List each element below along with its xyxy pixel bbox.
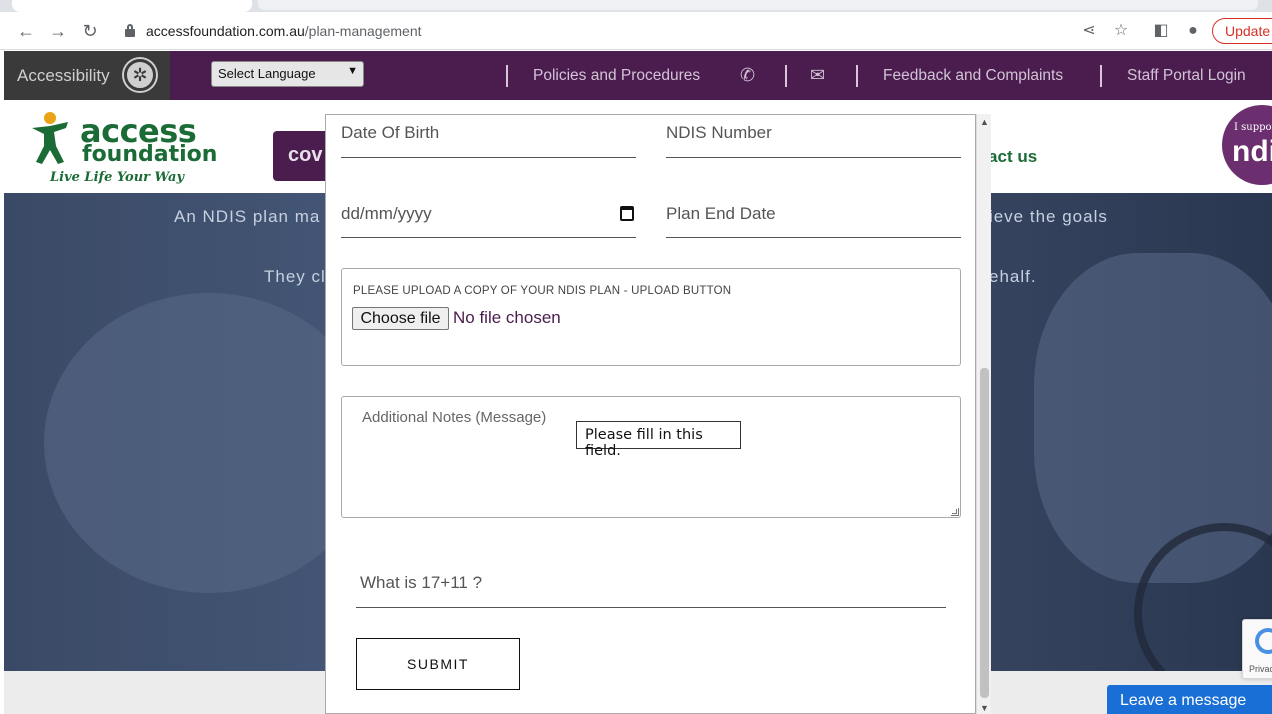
- accessibility-icon[interactable]: ✲: [124, 59, 156, 91]
- plan-start-date-input[interactable]: dd/mm/yyyy: [341, 198, 636, 238]
- inactive-tab[interactable]: [258, 0, 1258, 10]
- recaptcha-icon: [1255, 628, 1272, 654]
- captcha-label: What is 17+11 ?: [360, 573, 483, 592]
- ndis-badge-small: I support: [1234, 122, 1272, 133]
- browser-window: ← → ↻ accessfoundation.com.au/plan-manag…: [0, 0, 1272, 714]
- captcha-input[interactable]: What is 17+11 ?: [356, 567, 946, 608]
- browser-toolbar: ← → ↻ accessfoundation.com.au/plan-manag…: [0, 12, 1272, 50]
- update-button[interactable]: Update: [1212, 18, 1272, 44]
- ndis-number-field[interactable]: NDIS Number: [666, 115, 961, 158]
- lock-icon: [125, 24, 135, 37]
- site-topbar: Accessibility ✲ Select Language ▼ Polici…: [4, 51, 1272, 100]
- divider: [1100, 65, 1102, 87]
- accessibility-label: Accessibility: [17, 66, 110, 85]
- email-icon[interactable]: ✉: [810, 65, 825, 86]
- logo-figure-icon[interactable]: [28, 110, 72, 166]
- active-tab[interactable]: [12, 0, 252, 12]
- divider: [506, 65, 508, 87]
- back-icon[interactable]: ←: [15, 20, 37, 42]
- link-feedback[interactable]: Feedback and Complaints: [883, 67, 1063, 85]
- upload-box: PLEASE UPLOAD A COPY OF YOUR NDIS PLAN -…: [341, 268, 961, 366]
- phone-icon[interactable]: ✆: [740, 65, 755, 86]
- recaptcha-text[interactable]: Privacy: [1249, 664, 1272, 674]
- ndis-badge: I support ndi: [1222, 105, 1272, 185]
- url-path: /plan-management: [304, 23, 422, 39]
- date-placeholder: dd/mm/yyyy: [341, 204, 432, 223]
- star-icon[interactable]: ☆: [1110, 20, 1132, 42]
- no-file-status: No file chosen: [453, 308, 561, 327]
- choose-file-button[interactable]: Choose file: [352, 307, 449, 330]
- notes-placeholder: Additional Notes (Message): [362, 409, 547, 426]
- chevron-down-icon: ▼: [347, 65, 358, 77]
- language-select-value: Select Language: [218, 66, 316, 81]
- logo-tagline: Live Life Your Way: [50, 170, 184, 185]
- address-bar[interactable]: accessfoundation.com.au/plan-management: [113, 17, 1213, 45]
- profile-icon[interactable]: ●: [1182, 20, 1204, 42]
- link-policies[interactable]: Policies and Procedures: [533, 67, 700, 85]
- calendar-icon[interactable]: [620, 206, 634, 221]
- plan-management-form-modal: Date Of Birth NDIS Number dd/mm/yyyy Pla…: [325, 114, 976, 714]
- forward-icon[interactable]: →: [47, 20, 69, 42]
- plan-end-date-label: Plan End Date: [666, 204, 776, 223]
- hero-text-line1-left: An NDIS plan ma: [174, 207, 321, 226]
- reload-icon[interactable]: ↻: [79, 20, 101, 42]
- tab-strip: [0, 0, 1272, 12]
- language-select[interactable]: Select Language ▼: [211, 61, 364, 87]
- share-icon[interactable]: ⋖: [1078, 20, 1100, 42]
- divider: [785, 65, 787, 87]
- additional-notes-textarea[interactable]: Additional Notes (Message): [341, 396, 961, 518]
- url-domain: accessfoundation.com.au: [146, 23, 305, 39]
- link-staff-portal[interactable]: Staff Portal Login: [1127, 67, 1246, 85]
- plan-end-date-field[interactable]: Plan End Date: [666, 198, 961, 238]
- submit-button[interactable]: SUBMIT: [356, 638, 520, 690]
- date-of-birth-label: Date Of Birth: [341, 123, 440, 142]
- ndis-number-label: NDIS Number: [666, 123, 772, 142]
- ndis-badge-big: ndi: [1232, 135, 1272, 168]
- upload-label: PLEASE UPLOAD A COPY OF YOUR NDIS PLAN -…: [353, 285, 732, 297]
- chat-widget-button[interactable]: Leave a message: [1107, 685, 1272, 714]
- divider: [856, 65, 858, 87]
- modal-scrollbar[interactable]: ▲ ▼: [976, 114, 991, 714]
- logo-foundation-text[interactable]: foundation: [82, 142, 217, 167]
- resize-handle-icon[interactable]: [951, 508, 959, 516]
- scroll-down-icon[interactable]: ▼: [980, 703, 989, 713]
- accessibility-box[interactable]: Accessibility ✲: [4, 51, 170, 100]
- validation-tooltip: Please fill in this field.: [576, 421, 741, 459]
- hero-text-line2-left: They cl: [264, 267, 326, 286]
- hero-text-line2-right: ehalf.: [989, 267, 1037, 286]
- scroll-thumb[interactable]: [980, 368, 989, 698]
- date-of-birth-field[interactable]: Date Of Birth: [341, 115, 636, 158]
- url-text[interactable]: accessfoundation.com.au/plan-management: [146, 23, 422, 39]
- recaptcha-badge[interactable]: Privacy: [1242, 619, 1272, 679]
- side-panel-icon[interactable]: ◧: [1150, 20, 1172, 42]
- scroll-up-icon[interactable]: ▲: [980, 117, 989, 127]
